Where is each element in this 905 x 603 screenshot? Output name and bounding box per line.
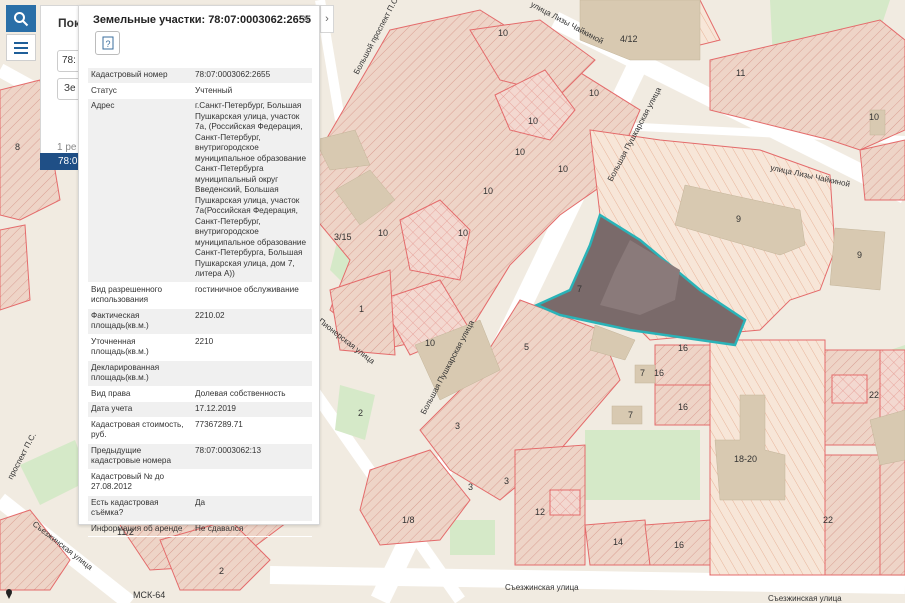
search-button[interactable] bbox=[6, 5, 36, 32]
house-number: 10 bbox=[498, 28, 508, 38]
house-number: 7 bbox=[577, 284, 582, 294]
house-number: 8 bbox=[15, 142, 20, 152]
property-key: Информация об аренде bbox=[88, 521, 192, 537]
card-title: Земельные участки: 78:07:0003062:2655 bbox=[93, 14, 311, 26]
menu-icon bbox=[14, 41, 28, 54]
house-number: 22 bbox=[823, 515, 833, 525]
house-number: 16 bbox=[654, 368, 664, 378]
house-number: 14 bbox=[613, 537, 623, 547]
property-row: Вид права Долевая собственность bbox=[88, 386, 312, 402]
street-label: Съезжинская улица bbox=[505, 583, 579, 592]
house-number: 2 bbox=[358, 408, 363, 418]
property-row: Кадастровая стоимость, руб. 77367289.71 bbox=[88, 417, 312, 444]
property-key: Кадастровый номер bbox=[88, 68, 192, 84]
property-row: Адрес г.Санкт-Петербург, Большая Пушкарск… bbox=[88, 98, 312, 283]
svg-text:?: ? bbox=[105, 39, 110, 49]
property-value bbox=[192, 360, 312, 387]
property-row: Есть кадастровая съёмка? Да bbox=[88, 495, 312, 522]
property-key: Дата учета bbox=[88, 401, 192, 418]
house-number: 10 bbox=[589, 88, 599, 98]
menu-button[interactable] bbox=[6, 34, 36, 61]
property-value: г.Санкт-Петербург, Большая Пушкарская ул… bbox=[192, 98, 312, 283]
house-number: 10 bbox=[528, 116, 538, 126]
property-row: Кадастровый № до 27.08.2012 bbox=[88, 469, 312, 496]
chevron-right-icon: › bbox=[325, 13, 329, 25]
collapse-panel-button[interactable]: › bbox=[320, 5, 334, 33]
property-value: гостиничное обслуживание bbox=[192, 282, 312, 309]
property-key: Декларированная площадь(кв.м.) bbox=[88, 360, 192, 387]
house-number: 3 bbox=[504, 476, 509, 486]
house-number: 16 bbox=[678, 343, 688, 353]
house-number: 10 bbox=[425, 338, 435, 348]
property-value: 77367289.71 bbox=[192, 417, 312, 444]
search-panel-title: Пок bbox=[58, 16, 80, 30]
property-key: Адрес bbox=[88, 98, 192, 283]
property-key: Есть кадастровая съёмка? bbox=[88, 495, 192, 522]
property-value: 2210.02 bbox=[192, 308, 312, 335]
house-number: 7 bbox=[640, 368, 645, 378]
property-key: Вид права bbox=[88, 386, 192, 402]
parcel-info-card: Земельные участки: 78:07:0003062:2655 ✕ … bbox=[78, 5, 320, 537]
house-number: 22 bbox=[869, 390, 879, 400]
house-number: 10 bbox=[458, 228, 468, 238]
property-value: Да bbox=[192, 495, 312, 522]
house-number: 1/8 bbox=[402, 515, 415, 525]
property-key: Фактическая площадь(кв.м.) bbox=[88, 308, 192, 335]
house-number: 5 bbox=[524, 342, 529, 352]
property-row: Кадастровый номер 78:07:0003062:2655 bbox=[88, 68, 312, 84]
property-value bbox=[192, 469, 312, 496]
property-value: 78:07:0003062:2655 bbox=[192, 68, 312, 84]
property-value: Не сдавался bbox=[192, 521, 312, 537]
house-number: 1 bbox=[359, 304, 364, 314]
search-icon bbox=[14, 11, 29, 26]
property-row: Дата учета 17.12.2019 bbox=[88, 401, 312, 418]
property-value: 2210 bbox=[192, 334, 312, 361]
property-row: Декларированная площадь(кв.м.) bbox=[88, 360, 312, 387]
house-number: 11 bbox=[736, 68, 745, 78]
property-value: Учтенный bbox=[192, 83, 312, 99]
property-value: Долевая собственность bbox=[192, 386, 312, 402]
property-key: Предыдущие кадастровые номера bbox=[88, 443, 192, 470]
property-value: 78:07:0003062:13 bbox=[192, 443, 312, 470]
house-number: 3 bbox=[468, 482, 473, 492]
property-row: Предыдущие кадастровые номера 78:07:00030… bbox=[88, 443, 312, 470]
house-number: 3 bbox=[455, 421, 460, 431]
house-number: 2 bbox=[219, 566, 224, 576]
house-number: 10 bbox=[869, 112, 879, 122]
property-row: Информация об аренде Не сдавался bbox=[88, 521, 312, 537]
street-label: Съезжинская улица bbox=[768, 594, 842, 603]
house-number: 12 bbox=[535, 507, 545, 517]
help-icon: ? bbox=[102, 36, 113, 50]
property-row: Фактическая площадь(кв.м.) 2210.02 bbox=[88, 308, 312, 335]
house-number: 4/12 bbox=[620, 34, 638, 44]
house-number: 16 bbox=[674, 540, 684, 550]
house-number: 3/15 bbox=[334, 232, 352, 242]
house-number: 7 bbox=[628, 410, 633, 420]
close-icon[interactable]: ✕ bbox=[301, 12, 311, 26]
property-key: Уточненная площадь(кв.м.) bbox=[88, 334, 192, 361]
house-number: 9 bbox=[736, 214, 741, 224]
house-number: 10 bbox=[483, 186, 493, 196]
property-key: Кадастровый № до 27.08.2012 bbox=[88, 469, 192, 496]
property-row: Вид разрешенного использования гостинично… bbox=[88, 282, 312, 309]
property-key: Статус bbox=[88, 83, 192, 99]
house-number: 18-20 bbox=[734, 454, 757, 464]
property-row: Статус Учтенный bbox=[88, 83, 312, 99]
properties-table: Кадастровый номер 78:07:0003062:2655 Стат… bbox=[88, 68, 312, 537]
property-row: Уточненная площадь(кв.м.) 2210 bbox=[88, 334, 312, 361]
search-result-label: 78:0 bbox=[58, 156, 78, 167]
house-number: 10 bbox=[558, 164, 568, 174]
property-value: 17.12.2019 bbox=[192, 401, 312, 418]
results-count: 1 ре bbox=[57, 142, 77, 153]
property-key: Вид разрешенного использования bbox=[88, 282, 192, 309]
house-number: 9 bbox=[857, 250, 862, 260]
property-key: Кадастровая стоимость, руб. bbox=[88, 417, 192, 444]
house-number: 10 bbox=[515, 147, 525, 157]
house-number: 16 bbox=[678, 402, 688, 412]
house-number: 10 bbox=[378, 228, 388, 238]
crs-label: МСК-64 bbox=[133, 590, 166, 600]
help-button[interactable]: ? bbox=[95, 31, 120, 55]
